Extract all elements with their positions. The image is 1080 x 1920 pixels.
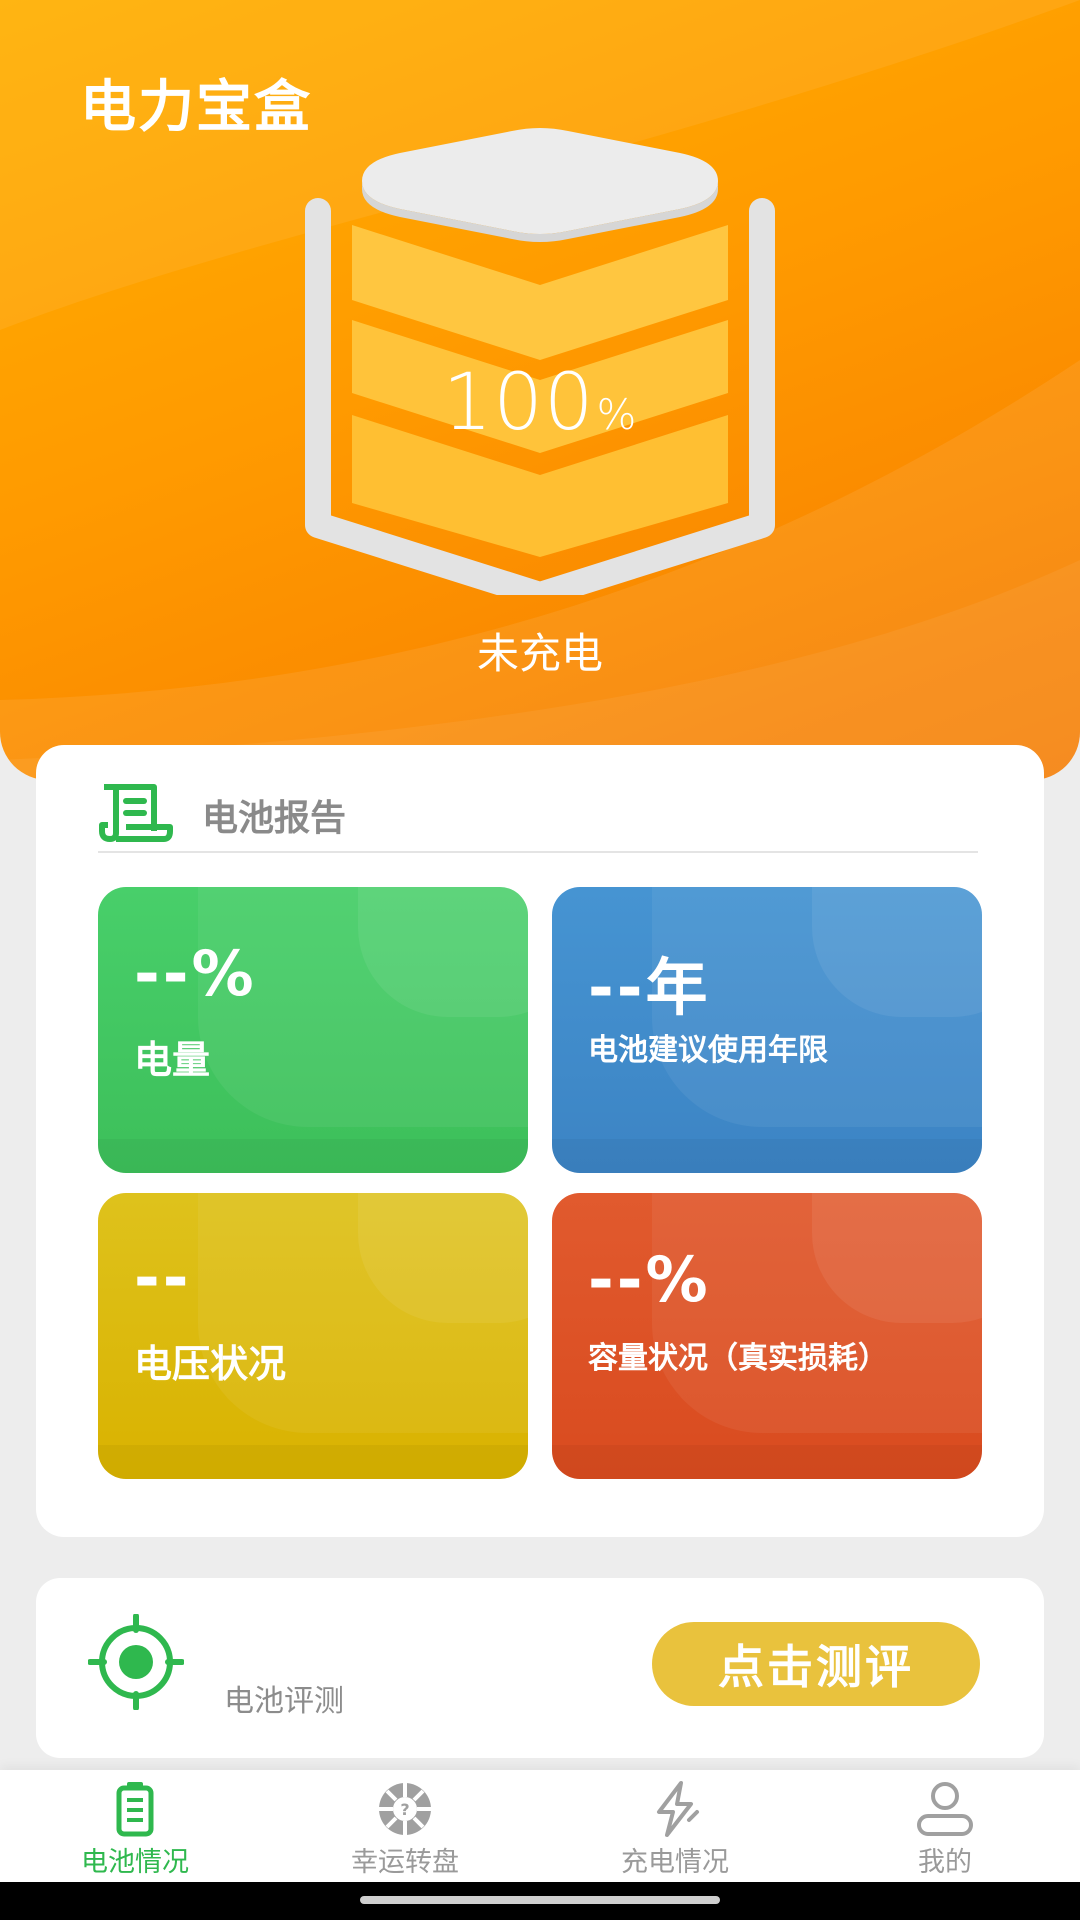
tile-decoration (552, 1445, 982, 1479)
battery-icon (116, 1782, 154, 1837)
nav-label: 幸运转盘 (351, 1847, 459, 1878)
nav-item-battery-status[interactable]: 电池情况 (0, 1770, 270, 1882)
nav-item-profile[interactable]: 我的 (810, 1770, 1080, 1882)
report-title: 电池报告 (202, 798, 347, 839)
home-indicator[interactable] (360, 1896, 720, 1904)
nav-label: 我的 (918, 1847, 972, 1878)
stat-label: 电量 (134, 1038, 211, 1082)
app-screen: 电力宝盒 100% 未充电 电池报告 --% 电量 --年 电池建议使用年限 -… (0, 0, 1080, 1920)
battery-level-tile[interactable]: --% 电量 (98, 887, 528, 1173)
voltage-status-tile[interactable]: -- 电压状况 (98, 1193, 528, 1479)
tile-decoration (98, 1139, 528, 1173)
battery-percent-value: 100 (442, 358, 595, 448)
battery-lifespan-tile[interactable]: --年 电池建议使用年限 (552, 887, 982, 1173)
tile-decoration (98, 1445, 528, 1479)
battery-percent-unit: % (596, 390, 638, 439)
capacity-status-tile[interactable]: --% 容量状况（真实损耗） (552, 1193, 982, 1479)
stat-value: --年 (588, 951, 711, 1024)
stat-label: 电池建议使用年限 (588, 1033, 828, 1068)
system-navigation-bar (0, 1882, 1080, 1920)
stat-label: 容量状况（真实损耗） (588, 1341, 888, 1376)
stat-value: -- (134, 1241, 192, 1314)
battery-evaluation-card: 电池评测 点击测评 (36, 1578, 1044, 1758)
svg-text:?: ? (400, 1800, 409, 1819)
report-divider (98, 851, 978, 853)
stat-value: --% (134, 937, 257, 1010)
nav-label: 充电情况 (621, 1847, 729, 1878)
nav-item-charging-status[interactable]: 充电情况 (540, 1770, 810, 1882)
report-header: 电池报告 (98, 775, 978, 855)
evaluation-label: 电池评测 (224, 1684, 344, 1719)
tile-decoration (552, 1139, 982, 1173)
battery-percent-readout: 100% (0, 358, 1080, 448)
stat-label: 电压状况 (134, 1342, 287, 1386)
charge-status: 未充电 (476, 629, 603, 678)
lucky-wheel-icon: ? (379, 1783, 431, 1835)
target-icon (88, 1614, 184, 1710)
start-evaluation-button[interactable]: 点击测评 (652, 1622, 980, 1706)
scroll-report-icon (99, 784, 173, 842)
bottom-navigation: 电池情况 ? 幸运转盘 充电情况 我的 (0, 1770, 1080, 1882)
battery-report-card: 电池报告 --% 电量 --年 电池建议使用年限 -- 电压状况 --% 容量状… (36, 745, 1044, 1537)
user-icon (917, 1782, 973, 1836)
battery-header: 电力宝盒 100% 未充电 (0, 0, 1080, 780)
lightning-icon (657, 1781, 699, 1837)
app-title: 电力宝盒 (80, 75, 312, 140)
stat-value: --% (588, 1243, 711, 1316)
nav-item-lucky-wheel[interactable]: ? 幸运转盘 (270, 1770, 540, 1882)
nav-label: 电池情况 (81, 1847, 189, 1878)
